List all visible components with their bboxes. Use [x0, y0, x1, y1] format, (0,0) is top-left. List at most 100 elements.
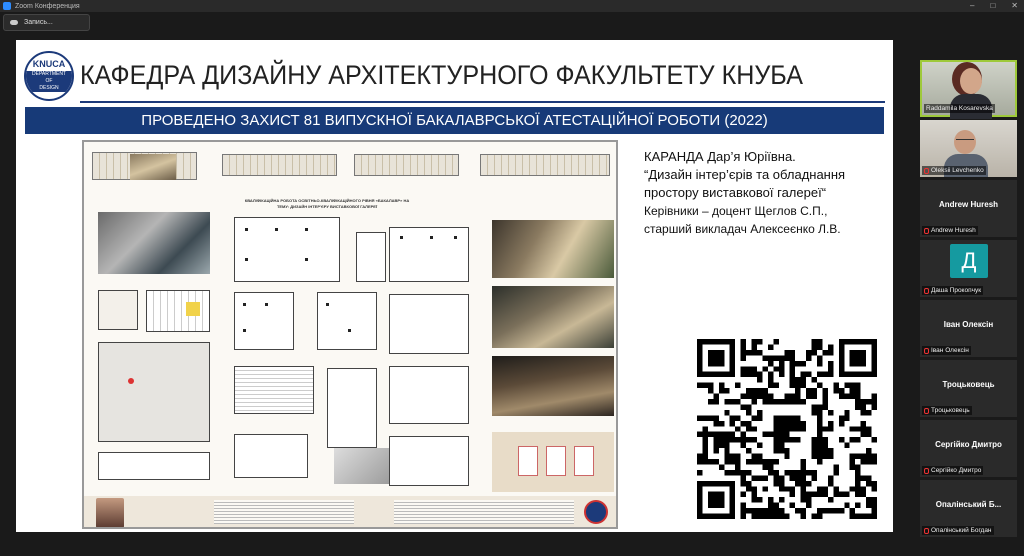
- subtitle-banner: ПРОВЕДЕНО ЗАХИСТ 81 ВИПУСКНОЇ БАКАЛАВРСЬ…: [25, 107, 884, 134]
- poster-floor-plan-3: [317, 292, 377, 350]
- thesis-topic-line-1: “Дизайн інтер’єрів та обладнання: [644, 167, 846, 182]
- logo-line-1: KNUCA: [32, 59, 66, 69]
- poster-floor-plan-1: [234, 217, 340, 282]
- poster-render-interior-3: [492, 356, 614, 416]
- logo-line-3: OF: [26, 78, 72, 85]
- poster-annotation-text-2: [394, 500, 574, 524]
- poster-elevation-2: [222, 154, 337, 176]
- maximize-icon[interactable]: □: [990, 0, 995, 12]
- poster-site-map: [98, 290, 138, 330]
- participant-name: Andrew Huresh: [931, 227, 976, 234]
- poster-branding-mockups: [492, 432, 614, 492]
- student-info: КАРАНДА Дар’я Юріївна. “Дизайн інтер’єрі…: [644, 148, 884, 238]
- participant-name-label: Сергійко Дмитро: [922, 466, 984, 475]
- poster-title: КВАЛІФІКАЦІЙНА РОБОТА ОСВІТНЬО-КВАЛІФІКА…: [244, 198, 410, 209]
- slide-subtitle: ПРОВЕДЕНО ЗАХИСТ 81 ВИПУСКНОЇ БАКАЛАВРСЬ…: [141, 112, 768, 129]
- poster-furniture-spec: [327, 368, 377, 448]
- logo-line-4: DESIGN: [26, 85, 72, 92]
- recording-cloud-icon: [10, 20, 18, 25]
- participant-tile[interactable]: Andrew Huresh Andrew Huresh: [920, 180, 1017, 237]
- window-controls: – □ ✕: [970, 0, 1018, 12]
- student-name: КАРАНДА Дар’я Юріївна.: [644, 149, 796, 164]
- poster-university-emblem: [584, 500, 608, 524]
- participant-name: Іван Олексін: [931, 347, 969, 354]
- participant-name-label: Raddamila Kosarevska: [924, 104, 995, 113]
- thesis-poster-image: КВАЛІФІКАЦІЙНА РОБОТА ОСВІТНЬО-КВАЛІФІКА…: [82, 140, 618, 529]
- participant-name: Oleksii Levchenko: [931, 167, 984, 174]
- title-divider: [80, 101, 885, 103]
- poster-elevation-4: [480, 154, 610, 176]
- thesis-topic-line-2: простору виставкової галереї“: [644, 185, 827, 200]
- participant-tile[interactable]: Д Даша Прокопчук: [920, 240, 1017, 297]
- muted-mic-icon: [924, 407, 929, 414]
- poster-render-interior-1: [492, 220, 614, 278]
- participant-tile[interactable]: Іван Олексін Іван Олексін: [920, 300, 1017, 357]
- poster-floor-plan-2: [234, 292, 294, 350]
- poster-location-plan: [98, 342, 210, 442]
- supervisors-line-1: Керівники – доцент Щеглов С.П.,: [644, 204, 828, 218]
- poster-legend-table: [356, 232, 386, 282]
- participant-name: Raddamila Kosarevska: [926, 105, 993, 112]
- participant-name: Сергійко Дмитро: [931, 467, 982, 474]
- poster-floor-plan-7: [389, 436, 469, 486]
- poster-render-building: [98, 212, 210, 274]
- close-icon[interactable]: ✕: [1011, 0, 1018, 12]
- participant-tile[interactable]: Сергійко Дмитро Сергійко Дмитро: [920, 420, 1017, 477]
- poster-highlight-zone: [186, 302, 200, 316]
- zoom-app-icon: [3, 2, 11, 10]
- qr-code: [697, 339, 877, 519]
- logo-line-2: DEPARTMENT: [26, 71, 72, 78]
- poster-axonometric: [334, 448, 394, 484]
- poster-render-interior-2: [492, 286, 614, 348]
- participant-name-label: Опалінський Богдан: [922, 526, 994, 535]
- participant-tile[interactable]: Raddamila Kosarevska: [920, 60, 1017, 119]
- participant-display-name: Сергійко Дмитро: [935, 440, 1002, 449]
- poster-annotation-text-1: [214, 500, 354, 524]
- participant-name-label: Oleksii Levchenko: [922, 166, 986, 175]
- participant-display-name: Andrew Huresh: [938, 200, 999, 209]
- poster-ceiling-plan: [234, 366, 314, 414]
- poster-elevation-3: [354, 154, 459, 176]
- recording-indicator[interactable]: Запись...: [3, 14, 90, 31]
- poster-floor-plan-6: [389, 366, 469, 424]
- shared-screen-slide: KNUCA DEPARTMENT OF DESIGN КАФЕДРА ДИЗАЙ…: [16, 40, 893, 532]
- muted-mic-icon: [924, 467, 929, 474]
- poster-floor-plan-4: [389, 227, 469, 282]
- recording-label: Запись...: [24, 19, 53, 26]
- participant-tile[interactable]: Oleksii Levchenko: [920, 120, 1017, 177]
- poster-facade-photo: [130, 154, 176, 180]
- window-titlebar: Zoom Конференция – □ ✕: [0, 0, 1024, 12]
- supervisors-line-2: старший викладач Алексеєнко Л.В.: [644, 222, 841, 236]
- minimize-icon[interactable]: –: [970, 0, 974, 12]
- poster-author-photo: [96, 498, 124, 527]
- participant-display-name: Іван Олексін: [943, 320, 994, 329]
- participant-name-label: Іван Олексін: [922, 346, 971, 355]
- participant-name-label: Троцьковець: [922, 406, 972, 415]
- muted-mic-icon: [924, 167, 929, 174]
- participant-name: Даша Прокопчук: [931, 287, 982, 294]
- participant-tile[interactable]: Опалінський Б... Опалінський Богдан: [920, 480, 1017, 537]
- glasses: [956, 139, 974, 143]
- poster-location-marker: [128, 378, 134, 384]
- muted-mic-icon: [924, 527, 929, 534]
- participant-name-label: Даша Прокопчук: [922, 286, 984, 295]
- participant-avatar: Д: [950, 244, 988, 278]
- qr-code-graphic: [697, 339, 877, 519]
- muted-mic-icon: [924, 287, 929, 294]
- participant-name: Опалінський Богдан: [931, 527, 992, 534]
- poster-legend: [98, 452, 210, 480]
- poster-floor-plan-5: [389, 294, 469, 354]
- participant-name: Троцьковець: [931, 407, 970, 414]
- participant-name-label: Andrew Huresh: [922, 226, 978, 235]
- poster-spec-table: [234, 434, 308, 478]
- participant-display-name: Опалінський Б...: [935, 500, 1002, 509]
- participant-display-name: Троцьковець: [942, 380, 995, 389]
- muted-mic-icon: [924, 227, 929, 234]
- window-title: Zoom Конференция: [15, 2, 80, 10]
- poster-grid-plan: [146, 290, 210, 332]
- person-head: [960, 68, 982, 94]
- participant-tile[interactable]: Троцьковець Троцьковець: [920, 360, 1017, 417]
- knuca-logo: KNUCA DEPARTMENT OF DESIGN: [24, 51, 74, 101]
- slide-main-title: КАФЕДРА ДИЗАЙНУ АРХІТЕКТУРНОГО ФАКУЛЬТЕТ…: [80, 60, 803, 90]
- muted-mic-icon: [924, 347, 929, 354]
